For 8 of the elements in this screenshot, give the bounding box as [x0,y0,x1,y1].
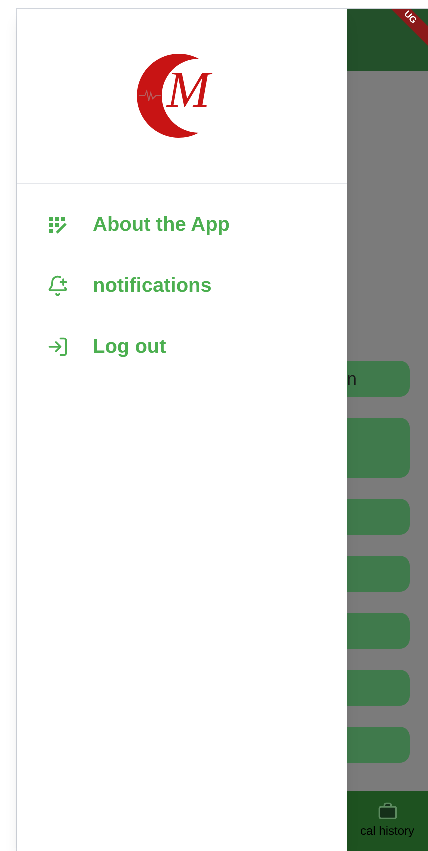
drawer-item[interactable]: notifications [17,255,347,316]
bottom-navigation-bar: cal history [347,791,428,851]
logout-icon [47,336,69,358]
medical-case-icon [378,802,398,822]
grid-pencil-icon [48,214,68,234]
bell-plus-icon [47,274,69,296]
drawer-item[interactable]: About the App [17,194,347,255]
drawer-item[interactable]: Log out [17,316,347,377]
